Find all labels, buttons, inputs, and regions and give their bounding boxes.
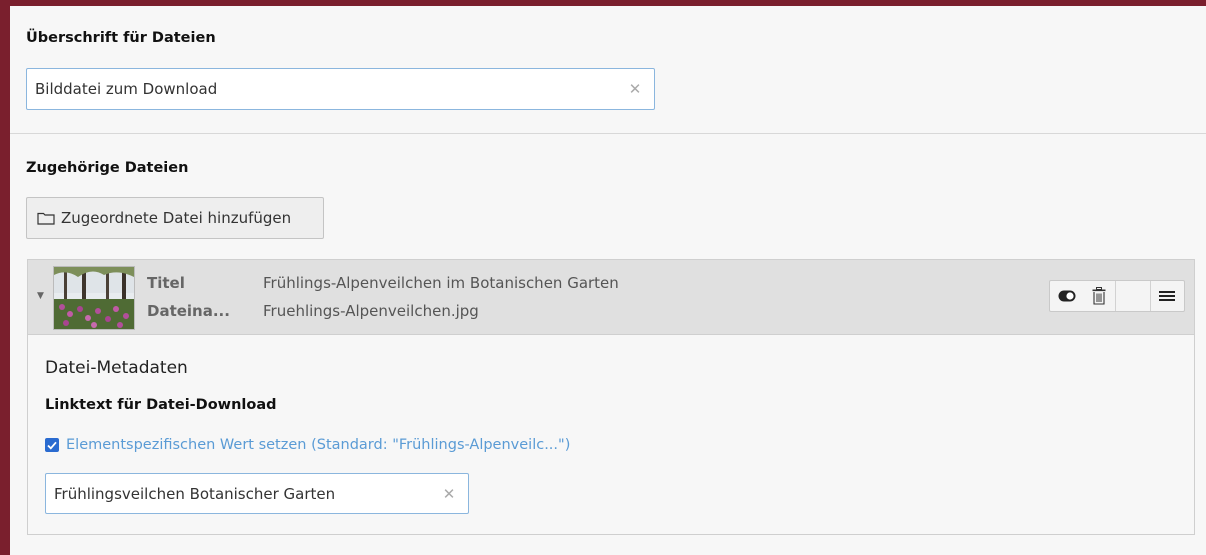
related-files-label: Zugehörige Dateien xyxy=(26,160,189,176)
close-icon[interactable]: ✕ xyxy=(442,485,456,503)
content-area: Überschrift für Dateien Bilddatei zum Do… xyxy=(10,6,1206,555)
window-frame-left xyxy=(0,0,10,555)
add-file-button-label: Zugeordnete Datei hinzufügen xyxy=(61,209,292,227)
file-metadata-heading: Datei-Metadaten xyxy=(45,358,188,378)
file-title-value: Frühlings-Alpenveilchen im Botanischen G… xyxy=(263,274,619,292)
empty-action-slot xyxy=(1115,281,1151,311)
file-control-group xyxy=(1049,280,1185,312)
drag-handle-icon[interactable] xyxy=(1151,281,1185,311)
folder-icon xyxy=(37,211,55,225)
close-icon[interactable]: ✕ xyxy=(628,80,642,98)
caret-down-icon[interactable]: ▼ xyxy=(37,291,44,301)
file-title-key: Titel xyxy=(147,274,185,292)
add-file-button[interactable]: Zugeordnete Datei hinzufügen xyxy=(26,197,324,239)
linktext-input-value[interactable]: Frühlingsveilchen Botanischer Garten xyxy=(54,485,442,503)
heading-input-value[interactable]: Bilddatei zum Download xyxy=(35,80,628,98)
toggle-visibility-icon[interactable] xyxy=(1050,281,1084,311)
section-divider xyxy=(10,133,1206,134)
override-checkbox-row[interactable]: Elementspezifischen Wert setzen (Standar… xyxy=(45,437,570,453)
file-reference-panel: ▼ Titel Dateina... Frühlings-Alpenveilch… xyxy=(27,259,1195,535)
linktext-label: Linktext für Datei-Download xyxy=(45,397,277,413)
linktext-input[interactable]: Frühlingsveilchen Botanischer Garten ✕ xyxy=(45,473,469,514)
check-icon[interactable] xyxy=(45,438,59,452)
override-checkbox-label[interactable]: Elementspezifischen Wert setzen (Standar… xyxy=(66,437,570,453)
file-filename-value: Fruehlings-Alpenveilchen.jpg xyxy=(263,302,479,320)
file-filename-key: Dateina... xyxy=(147,302,230,320)
trash-icon[interactable] xyxy=(1084,281,1116,311)
file-reference-header[interactable]: ▼ Titel Dateina... Frühlings-Alpenveilch… xyxy=(28,260,1194,335)
file-thumbnail xyxy=(53,266,135,330)
heading-field-label: Überschrift für Dateien xyxy=(26,30,216,46)
heading-input[interactable]: Bilddatei zum Download ✕ xyxy=(26,68,655,110)
